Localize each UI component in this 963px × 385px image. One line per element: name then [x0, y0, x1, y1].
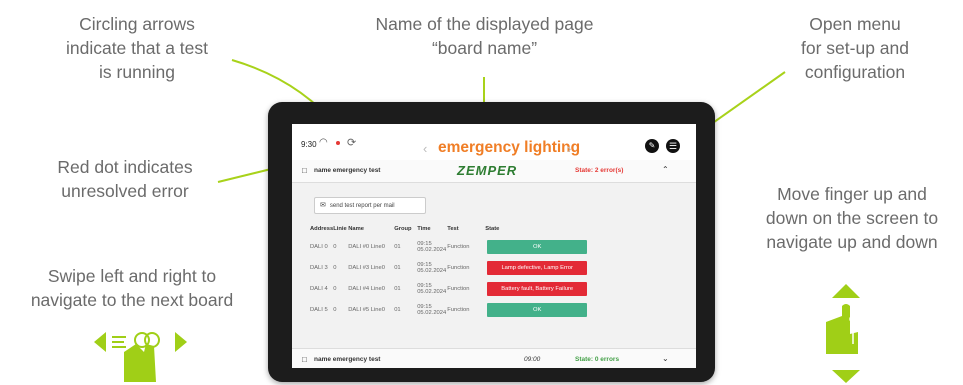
table-row[interactable]: DALI 5 0 DALI #5 Line0 01 09:15 05.02.2024 Fun…	[310, 299, 589, 320]
annotation-swipe: Swipe left and right to navigate to the …	[30, 266, 234, 310]
chevron-down-icon[interactable]: ⌄	[662, 354, 669, 363]
tablet-device: 9:30 ◠ ⟳ ‹ emergency lighting › ✎ ☰ □ na…	[268, 102, 715, 382]
table-row[interactable]: DALI 3 0 DALI #3 Line0 01 09:15 05.02.2024 Fun…	[310, 257, 589, 278]
swipe-gesture-icon	[94, 332, 187, 382]
cell-group: 01	[394, 285, 401, 292]
annotation-open-menu: Open menu for set-up and configuration	[801, 14, 909, 82]
cell-address: DALI 5	[310, 306, 328, 313]
cell-time-date: 05.02.2024	[417, 309, 447, 316]
pen-icon[interactable]: ✎	[645, 139, 659, 153]
col-group: Group	[394, 226, 412, 232]
col-address: Address	[310, 226, 334, 232]
section-name: name emergency test	[314, 167, 381, 174]
circling-arrows-icon: ⟳	[347, 137, 357, 149]
cell-linie: 0	[333, 264, 337, 271]
cell-time: 09:15 05.02.2024	[417, 299, 447, 320]
chevron-up-icon[interactable]: ⌃	[662, 165, 669, 174]
cell-linie: 0	[333, 306, 337, 313]
zemper-logo: ZEMPER	[457, 163, 518, 178]
board-name-title: emergency lighting	[438, 139, 581, 156]
previous-board-button[interactable]: ‹	[423, 141, 427, 156]
state-badge: Lamp defective, Lamp Error	[487, 260, 588, 275]
state-badge: OK	[487, 302, 588, 317]
cell-state: OK	[485, 299, 589, 320]
col-test: Test	[447, 226, 459, 232]
top-bar: 9:30 ◠ ⟳ ‹ emergency lighting › ✎ ☰	[292, 124, 696, 160]
cell-group: 01	[394, 264, 401, 271]
cell-address: DALI 0	[310, 243, 328, 250]
tablet-screen: 9:30 ◠ ⟳ ‹ emergency lighting › ✎ ☰ □ na…	[292, 124, 696, 368]
cell-state: OK	[485, 236, 589, 257]
send-report-label: send test report per mail	[329, 203, 395, 209]
test-results-table: Address Linie Name Group Time Test State…	[310, 222, 589, 320]
table-header-row: Address Linie Name Group Time Test State	[310, 222, 589, 236]
annotation-circling-arrows: Circling arrows indicate that a test is …	[65, 14, 209, 82]
cell-linie: 0	[333, 243, 337, 250]
table-row[interactable]: DALI 0 0 DALI #0 Line0 01 09:15 05.02.2024 Fun…	[310, 236, 589, 257]
cell-test: Function	[447, 306, 470, 313]
annotation-board-name: Name of the displayed page “board name”	[375, 14, 594, 58]
cell-name: DALI #3 Line0	[348, 264, 385, 271]
cell-state: Lamp defective, Lamp Error	[485, 257, 589, 278]
board-icon: □	[302, 166, 307, 175]
next-board-button[interactable]: ›	[567, 141, 571, 156]
menu-icon[interactable]: ☰	[666, 139, 680, 153]
cell-time: 09:15 05.02.2024	[417, 236, 447, 257]
cell-test: Function	[447, 264, 470, 271]
table-row[interactable]: DALI 4 0 DALI #4 Line0 01 09:15 05.02.2024 Fun…	[310, 278, 589, 299]
section-name: name emergency test	[314, 356, 381, 363]
cell-time: 09:15 05.02.2024	[417, 278, 447, 299]
send-report-mail-button[interactable]: ✉ send test report per mail	[314, 197, 426, 214]
cell-name: DALI #0 Line0	[348, 243, 385, 250]
section-header-collapsed[interactable]: □ name emergency test 09:00 State: 0 err…	[292, 348, 696, 368]
cell-time-date: 05.02.2024	[417, 288, 447, 295]
cell-time-date: 05.02.2024	[417, 246, 447, 253]
section-state: State: 0 errors	[575, 356, 620, 363]
section-state: State: 2 error(s)	[575, 167, 624, 174]
cell-group: 01	[394, 243, 401, 250]
state-badge: OK	[487, 239, 588, 254]
error-red-dot	[336, 141, 340, 145]
section-time: 09:00	[524, 356, 541, 363]
cell-test: Function	[447, 285, 470, 292]
annotation-red-dot: Red dot indicates unresolved error	[57, 157, 193, 201]
scroll-gesture-icon	[826, 284, 860, 383]
cell-time-date: 05.02.2024	[417, 267, 447, 274]
cell-state: Battery fault, Battery Failure	[485, 278, 589, 299]
section-header-expanded[interactable]: □ name emergency test ZEMPER State: 2 er…	[292, 160, 696, 183]
col-state: State	[485, 226, 500, 232]
col-name: Name	[348, 226, 364, 232]
col-time: Time	[417, 226, 431, 232]
state-badge: Battery fault, Battery Failure	[487, 281, 588, 296]
annotation-move-finger: Move finger up and down on the screen to…	[765, 184, 939, 252]
cell-group: 01	[394, 306, 401, 313]
status-time: 9:30	[301, 140, 317, 149]
mail-icon: ✉	[320, 202, 326, 209]
cell-address: DALI 4	[310, 285, 328, 292]
board-icon: □	[302, 355, 307, 364]
cell-linie: 0	[333, 285, 337, 292]
cell-address: DALI 3	[310, 264, 328, 271]
cell-name: DALI #5 Line0	[348, 306, 385, 313]
col-linie: Linie	[333, 226, 347, 232]
wifi-icon: ◠	[319, 137, 328, 148]
cell-test: Function	[447, 243, 470, 250]
cell-name: DALI #4 Line0	[348, 285, 385, 292]
cell-time: 09:15 05.02.2024	[417, 257, 447, 278]
